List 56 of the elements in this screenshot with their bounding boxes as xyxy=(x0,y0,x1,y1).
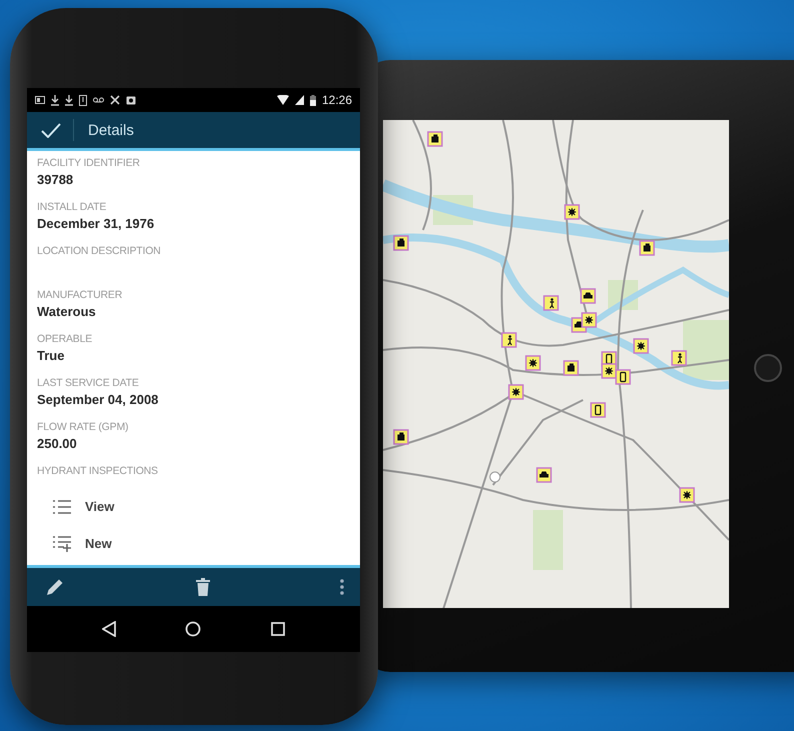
new-action[interactable]: New xyxy=(53,525,112,562)
field-value: September 04, 2008 xyxy=(37,391,160,409)
map-marker-icon[interactable] xyxy=(393,429,409,445)
trash-icon[interactable] xyxy=(196,578,210,596)
map-marker-icon[interactable] xyxy=(601,363,617,379)
field-value: Waterous xyxy=(37,303,97,321)
map-marker-icon[interactable] xyxy=(679,487,695,503)
section-label: HYDRANT INSPECTIONS xyxy=(37,464,159,478)
map-marker-icon[interactable] xyxy=(639,240,655,256)
download-icon xyxy=(65,94,73,106)
wifi-icon xyxy=(276,95,289,105)
map-marker-icon[interactable] xyxy=(536,467,552,483)
download-icon xyxy=(51,94,59,106)
home-icon[interactable] xyxy=(185,621,202,637)
field-label: LAST SERVICE DATE xyxy=(37,376,140,390)
signal-icon xyxy=(294,95,304,105)
battery-icon xyxy=(310,94,316,106)
map-marker-icon[interactable] xyxy=(581,312,597,328)
map-marker-icon[interactable] xyxy=(543,295,559,311)
screen-title: Details xyxy=(88,122,134,138)
field-label: INSTALL DATE xyxy=(37,200,108,214)
map-marker-icon[interactable] xyxy=(671,350,687,366)
map-marker-icon[interactable] xyxy=(615,369,631,385)
map-marker-icon[interactable] xyxy=(563,360,579,376)
recents-icon[interactable] xyxy=(271,622,286,636)
map-marker-icon[interactable] xyxy=(508,384,524,400)
image-icon xyxy=(126,95,136,105)
field-value: 39788 xyxy=(37,171,74,189)
field-label: FLOW RATE (GPM) xyxy=(37,420,130,434)
field-label: LOCATION DESCRIPTION xyxy=(37,244,162,258)
card-icon xyxy=(35,96,45,104)
map-marker-icon[interactable] xyxy=(633,338,649,354)
map-marker-icon[interactable] xyxy=(590,402,606,418)
check-icon[interactable] xyxy=(41,122,61,138)
field-value: 250.00 xyxy=(37,435,78,453)
map-marker-icon[interactable] xyxy=(525,355,541,371)
map-marker-icon[interactable] xyxy=(580,288,596,304)
list-add-icon xyxy=(53,536,71,552)
field-label: MANUFACTURER xyxy=(37,288,124,302)
field-value: December 31, 1976 xyxy=(37,215,156,233)
view-action[interactable]: View xyxy=(53,488,114,525)
voicemail-icon xyxy=(93,97,104,103)
map-marker-icon[interactable] xyxy=(393,235,409,251)
field-value: True xyxy=(37,347,66,365)
tool-icon xyxy=(110,95,120,105)
field-label: FACILITY IDENTIFIER xyxy=(37,156,141,170)
field-label: OPERABLE xyxy=(37,332,94,346)
map-marker-icon[interactable] xyxy=(427,131,443,147)
back-icon[interactable] xyxy=(102,621,116,637)
more-icon[interactable] xyxy=(340,579,344,595)
status-time: 12:26 xyxy=(322,93,352,107)
device-icon xyxy=(79,94,87,106)
map-marker-icon[interactable] xyxy=(501,332,517,348)
pencil-icon[interactable] xyxy=(45,577,65,597)
map-marker-icon[interactable] xyxy=(564,204,580,220)
list-icon xyxy=(53,500,71,514)
